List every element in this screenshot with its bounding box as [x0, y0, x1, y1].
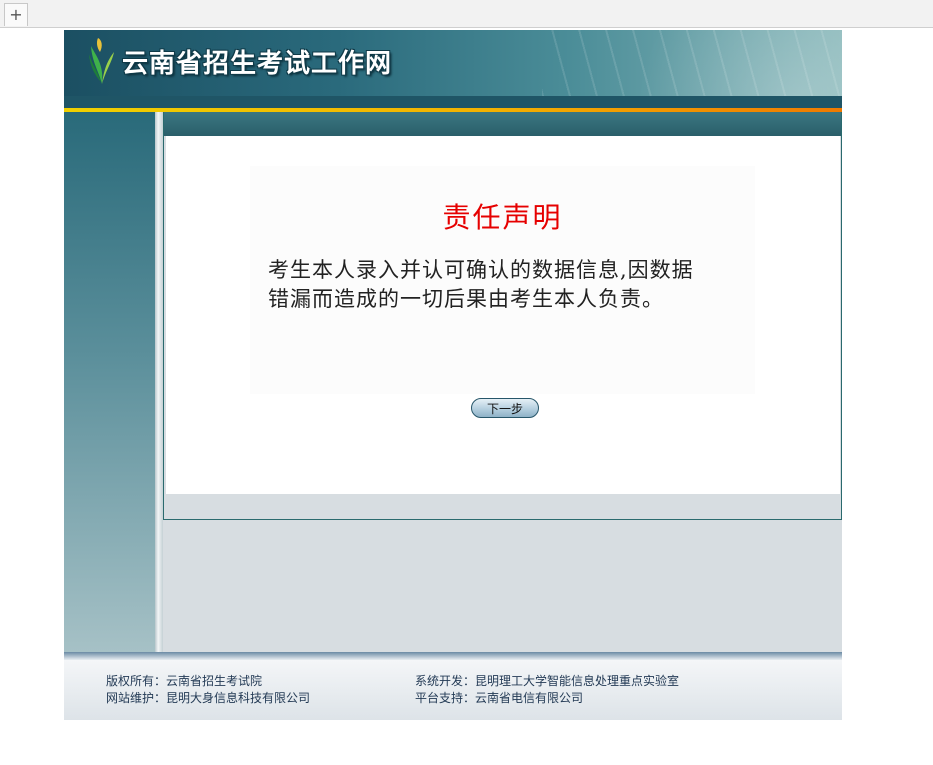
- notice-text-line: 错漏而造成的一切后果由考生本人负责。: [268, 287, 664, 311]
- yunnan-exam-logo-icon: [89, 38, 114, 84]
- footer-maintenance: 网站维护：昆明大身信息科技有限公司: [106, 691, 311, 705]
- footer-platform: 平台支持：云南省电信有限公司: [415, 691, 584, 705]
- header-globe-graphic: [542, 30, 842, 96]
- next-step-button[interactable]: 下一步: [471, 398, 539, 418]
- footer-development: 系统开发：昆明理工大学智能信息处理重点实验室: [415, 674, 680, 688]
- footer-separator: [64, 652, 842, 660]
- panel-body: 责任声明 考生本人录入并认可确认的数据信息,因数据 错漏而造成的一切后果由考生本…: [166, 136, 840, 494]
- site-title: 云南省招生考试工作网: [122, 49, 393, 79]
- sidebar-divider: [155, 112, 163, 652]
- site-header: 云南省招生考试工作网: [64, 30, 842, 96]
- left-sidebar: [64, 112, 155, 652]
- panel-header-bar: [164, 112, 841, 136]
- site-footer: 版权所有：云南省招生考试院 网站维护：昆明大身信息科技有限公司 系统开发：昆明理…: [64, 660, 842, 720]
- main-area: 责任声明 考生本人录入并认可确认的数据信息,因数据 错漏而造成的一切后果由考生本…: [64, 112, 842, 652]
- notice-text-line: 考生本人录入并认可确认的数据信息,因数据: [268, 258, 694, 282]
- responsibility-notice: 责任声明 考生本人录入并认可确认的数据信息,因数据 错漏而造成的一切后果由考生本…: [250, 166, 755, 394]
- notice-text: 考生本人录入并认可确认的数据信息,因数据 错漏而造成的一切后果由考生本人负责。: [268, 256, 738, 314]
- content-panel: 责任声明 考生本人录入并认可确认的数据信息,因数据 错漏而造成的一切后果由考生本…: [163, 112, 842, 520]
- new-tab-button[interactable]: +: [4, 3, 28, 26]
- page-frame: 云南省招生考试工作网 责任声明 考生本人录入并认可确认的数据信息,因数据 错漏而…: [64, 30, 842, 720]
- footer-copyright: 版权所有：云南省招生考试院: [106, 674, 263, 688]
- browser-tab-bar: +: [0, 0, 933, 28]
- notice-title: 责任声明: [442, 201, 563, 234]
- header-band: [64, 96, 842, 108]
